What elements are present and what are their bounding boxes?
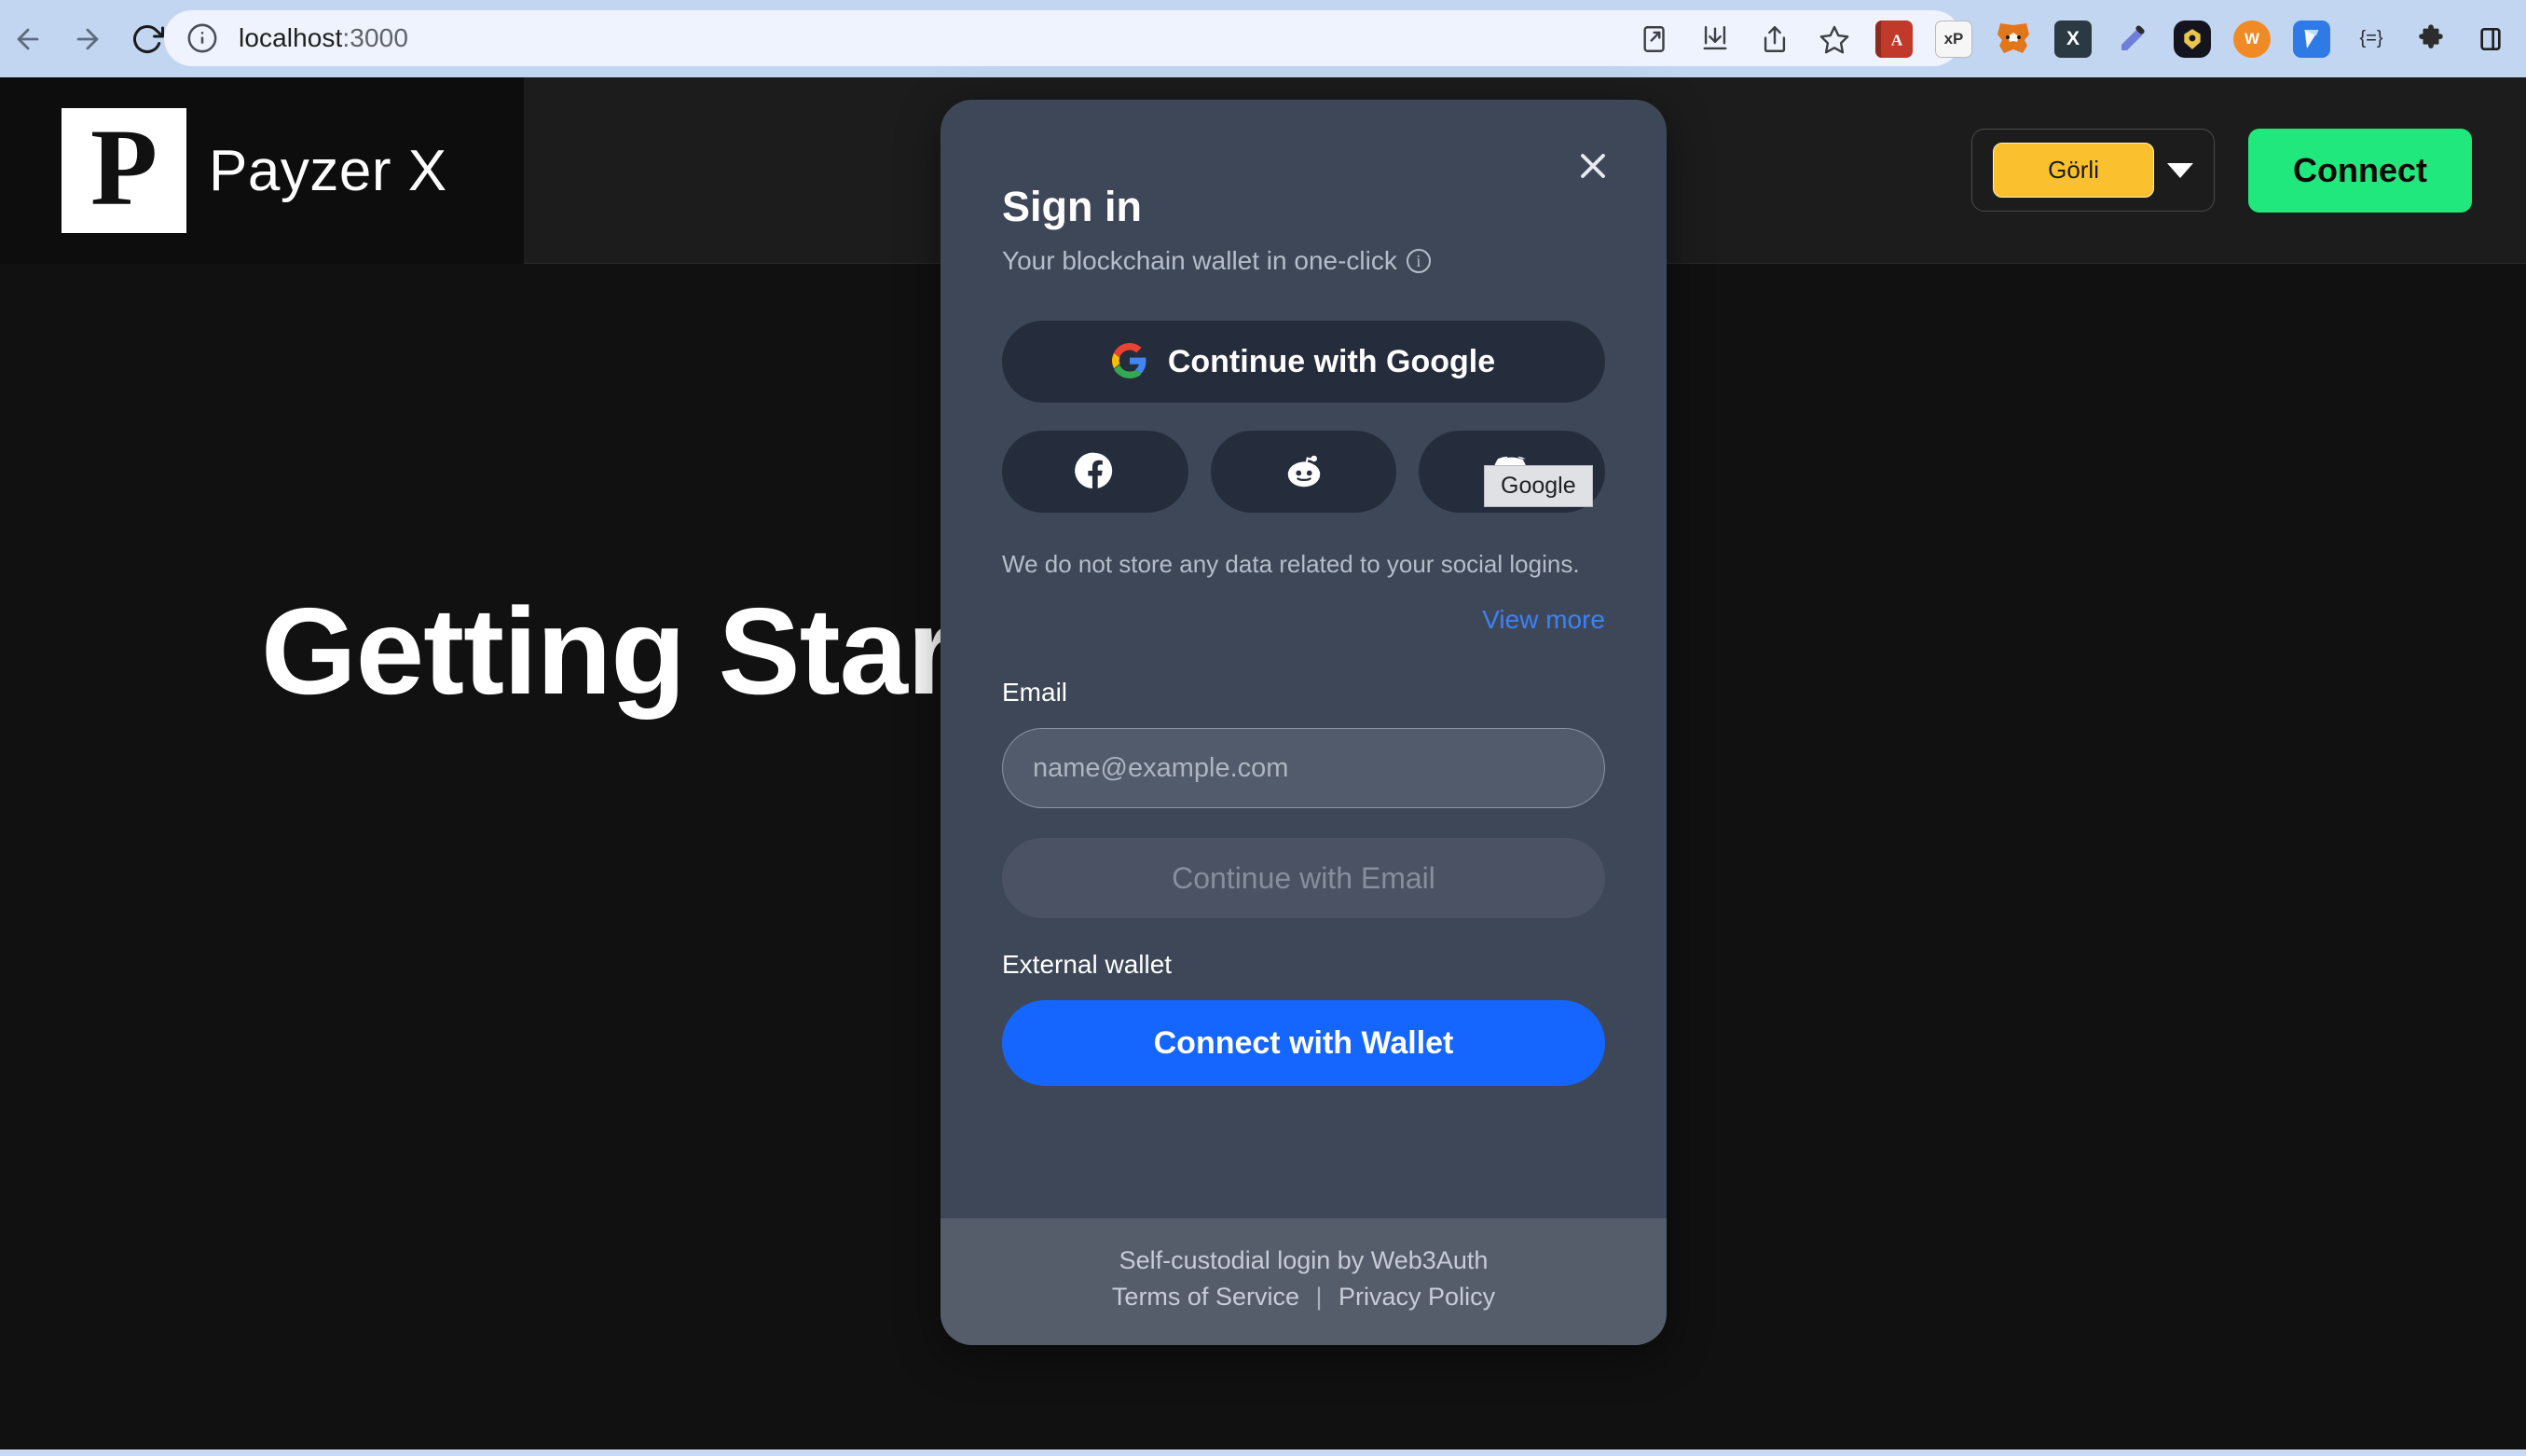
reddit-login-button[interactable] — [1210, 431, 1397, 513]
email-label: Email — [1002, 678, 1068, 707]
email-input[interactable] — [1002, 728, 1605, 808]
google-tooltip: Google — [1484, 465, 1593, 507]
ext-xp-document-icon[interactable]: xP — [1924, 9, 1984, 69]
close-icon[interactable] — [1566, 139, 1620, 193]
browser-nav-buttons — [0, 13, 173, 65]
facebook-icon — [1074, 449, 1117, 495]
browser-toolbar: localhost:3000 A xP X W {=} — [0, 0, 2526, 77]
external-wallet-label: External wallet — [1002, 950, 1173, 979]
ext-orange-wallet-icon[interactable]: W — [2222, 9, 2282, 69]
footer-links: Terms of Service | Privacy Policy — [940, 1283, 1667, 1312]
facebook-login-button[interactable] — [1002, 431, 1188, 513]
window-bottom-edge — [0, 1449, 2526, 1456]
network-selector-value[interactable]: Görli — [1993, 143, 2154, 198]
brand-mark-letter: P — [89, 106, 158, 228]
modal-subtitle: Your blockchain wallet in one-click i — [1002, 246, 1605, 276]
chevron-down-icon[interactable] — [2167, 162, 2193, 178]
open-in-new-icon[interactable] — [1626, 9, 1685, 69]
ext-puzzle-icon[interactable] — [2401, 9, 2461, 69]
info-circle-icon[interactable] — [186, 22, 218, 54]
view-more-row: View more — [1002, 605, 1605, 635]
brand-name: Payzer X — [209, 138, 447, 203]
ext-metamask-icon[interactable] — [1984, 9, 2043, 69]
svg-text:A: A — [1891, 31, 1903, 48]
back-button[interactable] — [2, 13, 54, 65]
ext-rabby-icon[interactable] — [2162, 9, 2222, 69]
share-icon[interactable] — [1745, 9, 1805, 69]
modal-title: Sign in — [1002, 183, 1142, 230]
modal-footer: Self-custodial login by Web3Auth Terms o… — [940, 1218, 1667, 1345]
info-icon[interactable]: i — [1406, 249, 1431, 273]
ext-blue-arrow-icon[interactable] — [2282, 9, 2341, 69]
ext-eyedropper-icon[interactable] — [2103, 9, 2162, 69]
forward-button[interactable] — [62, 13, 114, 65]
bookmark-star-icon[interactable] — [1805, 9, 1864, 69]
continue-with-email-button[interactable]: Continue with Email — [1002, 838, 1605, 918]
google-icon — [1111, 342, 1147, 381]
reddit-icon — [1283, 449, 1325, 495]
footer-separator: | — [1315, 1283, 1323, 1311]
ext-side-panel-icon[interactable] — [2461, 9, 2520, 69]
header-actions: Görli Connect — [1971, 128, 2472, 213]
social-disclaimer: We do not store any data related to your… — [1002, 550, 1580, 578]
browser-action-icons: A xP X W {=} — [1626, 0, 2526, 77]
ext-code-braces-icon[interactable]: {=} — [2341, 9, 2401, 69]
modal-body: Sign in Your blockchain wallet in one-cl… — [940, 100, 1667, 1218]
connect-button[interactable]: Connect — [2248, 128, 2472, 213]
footer-provider: Self-custodial login by Web3Auth — [1119, 1246, 1489, 1274]
terms-of-service-link[interactable]: Terms of Service — [1112, 1283, 1299, 1311]
ext-red-book-icon[interactable]: A — [1864, 9, 1924, 69]
view-more-link[interactable]: View more — [1482, 605, 1605, 634]
network-selector[interactable]: Görli — [1971, 129, 2215, 212]
url-text: localhost:3000 — [239, 23, 408, 52]
screenshot-root: localhost:3000 A xP X W {=} P Payzer X G… — [0, 0, 2526, 1456]
install-app-icon[interactable] — [1685, 9, 1745, 69]
continue-with-google-label: Continue with Google — [1167, 343, 1496, 379]
signin-modal: Sign in Your blockchain wallet in one-cl… — [940, 100, 1667, 1345]
ext-x-icon[interactable]: X — [2043, 9, 2103, 69]
connect-with-wallet-button[interactable]: Connect with Wallet — [1002, 1000, 1605, 1086]
brand-mark-icon: P — [62, 108, 186, 233]
brand-logo[interactable]: P Payzer X — [0, 77, 524, 264]
privacy-policy-link[interactable]: Privacy Policy — [1339, 1283, 1495, 1311]
modal-subtitle-text: Your blockchain wallet in one-click — [1002, 246, 1397, 275]
continue-with-google-button[interactable]: Continue with Google — [1002, 321, 1605, 403]
